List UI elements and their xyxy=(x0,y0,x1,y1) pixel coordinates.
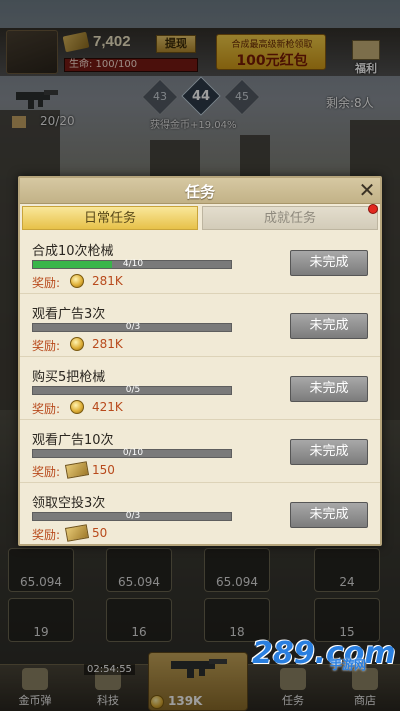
task-progress-bar: 0/5 xyxy=(32,385,232,395)
coin-icon xyxy=(70,337,84,351)
task-row: 观看广告3次 0/3 奖励: 281K 未完成 xyxy=(20,295,380,357)
notification-dot xyxy=(368,204,378,214)
reward-label: 奖励: xyxy=(32,402,61,416)
progress-text: 0/3 xyxy=(125,322,141,332)
progress-text: 0/10 xyxy=(122,448,144,458)
task-row: 领取空投3次 0/3 奖励: 50 未完成 xyxy=(20,484,380,546)
task-tabs: 日常任务 成就任务 xyxy=(22,206,378,230)
task-status-button[interactable]: 未完成 xyxy=(290,376,368,402)
task-title: 合成10次枪械 xyxy=(32,244,114,259)
reward-label: 奖励: xyxy=(32,465,61,479)
reward-value: 50 xyxy=(92,526,108,540)
task-title: 观看广告3次 xyxy=(32,307,106,322)
dialog-header: 任务 ✕ xyxy=(20,178,380,204)
task-status-button[interactable]: 未完成 xyxy=(290,439,368,465)
reward-label: 奖励: xyxy=(32,339,61,353)
reward-value: 421K xyxy=(92,400,123,414)
coin-icon xyxy=(70,274,84,288)
task-progress-bar: 4/10 xyxy=(32,259,232,269)
task-status-button[interactable]: 未完成 xyxy=(290,250,368,276)
task-progress-bar: 0/3 xyxy=(32,322,232,332)
task-title: 领取空投3次 xyxy=(32,496,106,511)
reward-value: 150 xyxy=(92,463,115,477)
task-row: 合成10次枪械 4/10 奖励: 281K 未完成 xyxy=(20,232,380,294)
reward-value: 281K xyxy=(92,337,123,351)
task-title: 观看广告10次 xyxy=(32,433,114,448)
reward-label: 奖励: xyxy=(32,276,61,290)
tab-achievement-tasks[interactable]: 成就任务 xyxy=(202,206,378,230)
close-icon[interactable]: ✕ xyxy=(356,179,378,201)
progress-text: 0/5 xyxy=(125,385,141,395)
task-progress-bar: 0/3 xyxy=(32,511,232,521)
task-dialog: 任务 ✕ 日常任务 成就任务 合成10次枪械 4/10 奖励: 281K 未完成… xyxy=(18,176,382,546)
cash-icon xyxy=(64,461,90,479)
reward-value: 281K xyxy=(92,274,123,288)
progress-text: 0/3 xyxy=(125,511,141,521)
cash-icon xyxy=(64,524,90,542)
watermark-sub: 手游网 xyxy=(330,658,367,672)
task-status-button[interactable]: 未完成 xyxy=(290,313,368,339)
coin-icon xyxy=(70,400,84,414)
progress-text: 4/10 xyxy=(122,259,144,269)
task-row: 购买5把枪械 0/5 奖励: 421K 未完成 xyxy=(20,358,380,420)
tab-daily-tasks[interactable]: 日常任务 xyxy=(22,206,198,230)
task-progress-bar: 0/10 xyxy=(32,448,232,458)
watermark-logo: 289.com xyxy=(252,636,396,671)
task-title: 购买5把枪械 xyxy=(32,370,106,385)
task-status-button[interactable]: 未完成 xyxy=(290,502,368,528)
reward-label: 奖励: xyxy=(32,528,61,542)
task-row: 观看广告10次 0/10 奖励: 150 未完成 xyxy=(20,421,380,483)
dialog-title: 任务 xyxy=(184,183,215,201)
